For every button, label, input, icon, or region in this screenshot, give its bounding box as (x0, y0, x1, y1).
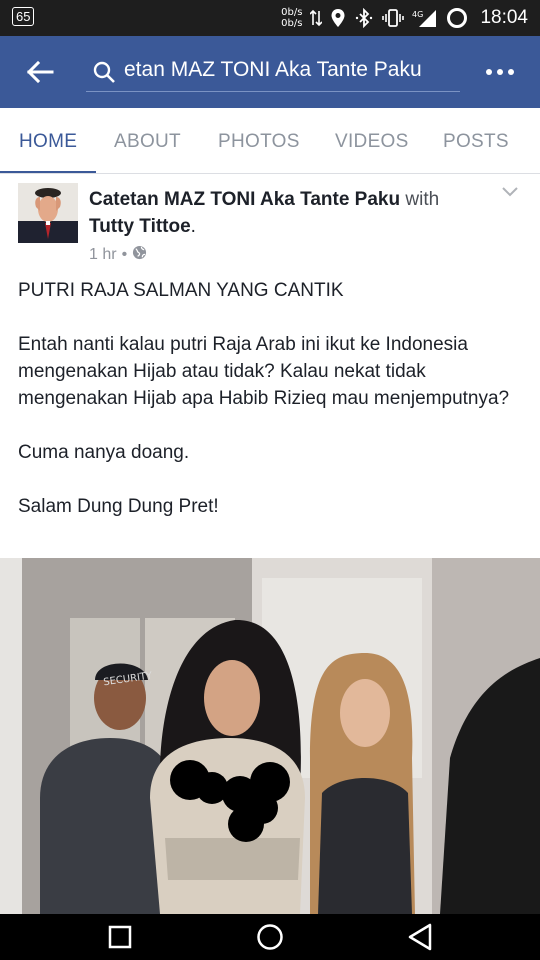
tagged-suffix: . (190, 216, 196, 237)
net-down-speed: 0b/s (281, 18, 303, 29)
search-field[interactable]: etan MAZ TONI Aka Tante Paku (86, 52, 460, 92)
post-paragraph: Salam Dung Dung Pret! (18, 496, 219, 517)
post-paragraph: Entah nanti kalau putri Raja Arab ini ik… (18, 334, 510, 409)
page-tabs: HOME ABOUT PHOTOS VIDEOS POSTS (0, 108, 540, 174)
location-icon (330, 8, 346, 28)
more-dot-icon (486, 69, 492, 75)
signal-icon: 4G (412, 8, 438, 28)
app-bar: etan MAZ TONI Aka Tante Paku (0, 36, 540, 108)
search-query: etan MAZ TONI Aka Tante Paku (124, 58, 422, 81)
network-speed: 0b/s 0b/s (281, 7, 302, 29)
more-options-button[interactable] (482, 60, 518, 84)
photo-image: SECURITY (0, 558, 540, 914)
post-time[interactable]: 1 hr (89, 246, 117, 264)
author-name[interactable]: Catetan MAZ TONI Aka Tante Paku (89, 189, 400, 210)
battery-ring-icon (446, 7, 468, 29)
back-arrow-icon (26, 60, 54, 84)
tab-videos[interactable]: VIDEOS (335, 108, 409, 173)
net-up-speed: 0b/s (281, 7, 303, 18)
post-card: Catetan MAZ TONI Aka Tante Paku with Tut… (0, 174, 540, 914)
post-paragraph: Cuma nanya doang. (18, 442, 190, 463)
search-icon (92, 60, 116, 89)
recent-apps-button[interactable] (102, 922, 138, 952)
circle-icon (257, 924, 283, 950)
post-body: PUTRI RAJA SALMAN YANG CANTIK Entah nant… (18, 277, 528, 547)
system-nav-bar (0, 914, 540, 960)
globe-icon (132, 245, 147, 265)
notification-badge: 65 (12, 7, 35, 26)
with-text: with (405, 189, 440, 210)
chevron-down-icon (502, 187, 518, 197)
status-icons: 0b/s 0b/s 4G 18:04 (281, 0, 528, 36)
tab-posts[interactable]: POSTS (443, 108, 509, 173)
avatar[interactable] (18, 183, 78, 243)
status-bar: 65 0b/s 0b/s 4G 18:04 (0, 0, 540, 36)
home-button[interactable] (252, 922, 288, 952)
triangle-back-icon (408, 923, 432, 951)
post-header: Catetan MAZ TONI Aka Tante Paku with Tut… (89, 186, 489, 240)
more-dot-icon (497, 69, 503, 75)
post-paragraph: PUTRI RAJA SALMAN YANG CANTIK (18, 280, 344, 301)
tab-home[interactable]: HOME (19, 108, 77, 173)
meta-separator: • (121, 246, 128, 263)
tab-photos[interactable]: PHOTOS (218, 108, 300, 173)
tagged-name[interactable]: Tutty Tittoe (89, 216, 191, 237)
post-photo[interactable]: SECURITY (0, 558, 540, 914)
back-button[interactable] (22, 54, 58, 90)
tab-about[interactable]: ABOUT (114, 108, 181, 173)
vibrate-icon (382, 9, 405, 27)
clock: 18:04 (480, 7, 528, 28)
notification-area: 65 (12, 7, 35, 26)
more-dot-icon (508, 69, 514, 75)
network-type-label: 4G (412, 10, 423, 19)
bluetooth-icon (354, 8, 374, 28)
square-icon (108, 925, 132, 949)
post-meta: 1 hr • (89, 245, 147, 265)
post-options-button[interactable] (500, 184, 520, 200)
data-transfer-icon (310, 9, 323, 27)
avatar-image (18, 183, 78, 243)
back-nav-button[interactable] (402, 922, 438, 952)
